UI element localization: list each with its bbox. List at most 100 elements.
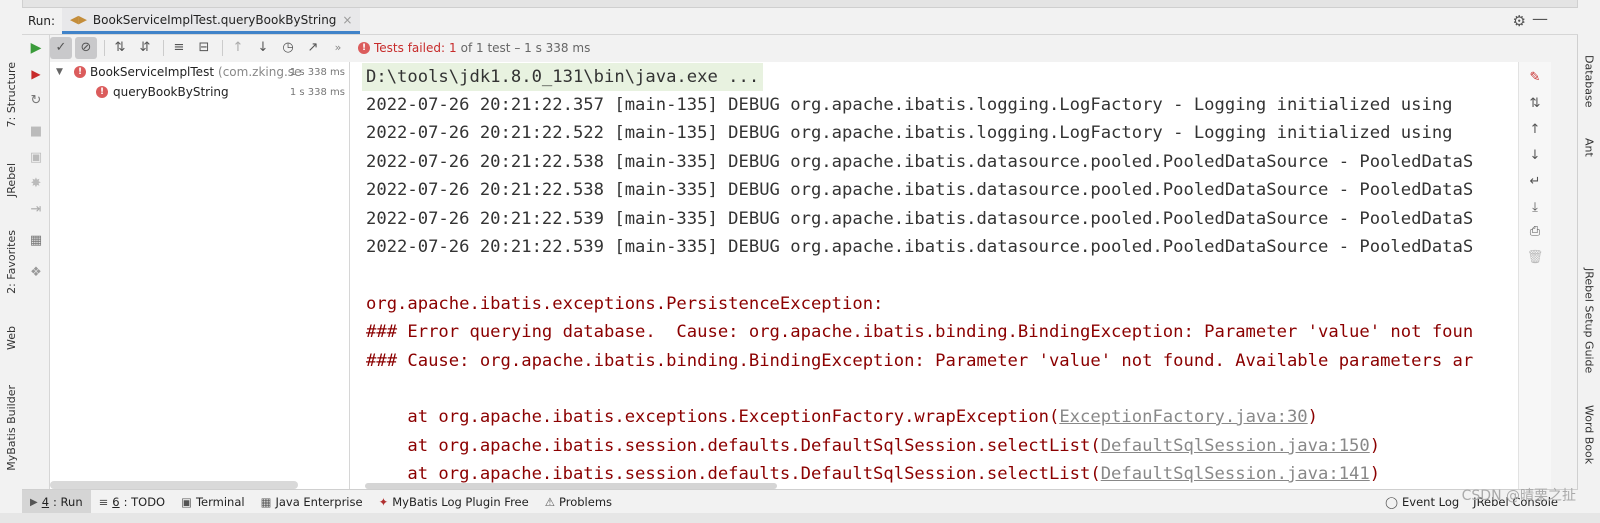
test-config-icon: ◀▶: [70, 13, 87, 26]
stack-frame-text: at org.apache.ibatis.session.defaults.De…: [366, 436, 1101, 456]
console-error-line: ### Cause: org.apache.ibatis.binding.Bin…: [366, 351, 1474, 371]
more-chevron-icon[interactable]: »: [327, 37, 349, 59]
database-tab-label: Database: [1582, 55, 1596, 108]
history-icon[interactable]: ◷: [277, 37, 299, 59]
show-passed-icon[interactable]: ✓: [50, 36, 72, 59]
problems-tool-tab[interactable]: ⚠ Problems: [537, 490, 620, 514]
run-config-tab[interactable]: ◀▶ BookServiceImplTest.queryBookByString…: [62, 8, 361, 34]
java-enterprise-tab-label: Java Enterprise: [275, 495, 363, 509]
chevron-down-icon[interactable]: ▼: [56, 67, 68, 77]
exit-icon[interactable]: ⇥: [27, 200, 45, 218]
console-command-line: D:\tools\jdk1.8.0_131\bin\java.exe ...: [362, 63, 764, 91]
web-tab[interactable]: Web: [0, 315, 22, 360]
mybatis-builder-tab[interactable]: MyBatis Builder: [0, 375, 22, 480]
next-failed-icon[interactable]: ↓: [252, 37, 274, 59]
console-error-line: ### Error querying database. Cause: org.…: [366, 322, 1474, 342]
mybatis-bird-icon: ✦: [378, 495, 389, 509]
stack-frame-suffix: ): [1369, 436, 1381, 456]
structure-tab-label: 7: Structure: [4, 62, 18, 128]
toolbar-divider: [163, 39, 164, 56]
bottom-tool-bar: ▶ 4: Run ≡ 6: TODO ▣ Terminal ▦ Java Ent…: [22, 489, 1578, 514]
soft-wrap-icon[interactable]: ↵: [1526, 172, 1544, 190]
stack-frame-link[interactable]: DefaultSqlSession.java:150: [1101, 436, 1370, 456]
tree-row-class[interactable]: ▼ ! BookServiceImplTest (com.zking.se 1 …: [50, 62, 349, 82]
show-ignored-icon[interactable]: ⊘: [75, 36, 97, 59]
tests-summary: of 1 test – 1 s 338 ms: [460, 40, 591, 55]
problems-tab-label: Problems: [559, 495, 613, 509]
event-log-icon: ◯: [1385, 495, 1399, 509]
soft-wrap-sort-icon[interactable]: ⇅: [1526, 94, 1544, 112]
trash-icon[interactable]: 🗑: [1526, 248, 1544, 266]
tree-method-name: queryBookByString: [113, 85, 229, 99]
tree-class-duration: 1 s 338 ms: [289, 66, 345, 78]
toolbar-divider: [222, 39, 223, 56]
tree-row-method[interactable]: ! queryBookByString 1 s 338 ms: [50, 82, 349, 102]
jrebel-setup-guide-tab[interactable]: JRebel Setup Guide: [1578, 268, 1600, 373]
favorites-tab-label: 2: Favorites: [4, 230, 18, 294]
database-tab[interactable]: Database: [1578, 55, 1600, 108]
pin-icon[interactable]: ❖: [27, 263, 45, 281]
export-icon[interactable]: ↗: [302, 37, 324, 59]
layout-icon[interactable]: ▦: [27, 231, 45, 249]
warning-icon: ⚠: [544, 495, 556, 509]
console-stack-line: at org.apache.ibatis.session.defaults.De…: [366, 432, 1380, 460]
java-enterprise-tool-tab[interactable]: ▦ Java Enterprise: [253, 490, 371, 514]
sort-duration-icon[interactable]: ⇵: [134, 37, 156, 59]
stack-frame-text: at org.apache.ibatis.exceptions.Exceptio…: [366, 407, 1060, 427]
stack-frame-link[interactable]: ExceptionFactory.java:30: [1059, 407, 1307, 427]
clear-console-icon[interactable]: ✎: [1526, 68, 1544, 86]
sort-alpha-icon[interactable]: ⇅: [109, 37, 131, 59]
stack-frame-link[interactable]: DefaultSqlSession.java:141: [1101, 464, 1370, 484]
web-tab-label: Web: [4, 325, 18, 350]
gear-icon[interactable]: ⚙: [1513, 12, 1526, 30]
close-tab-icon[interactable]: ×: [342, 13, 352, 27]
minimize-icon[interactable]: —: [1532, 9, 1548, 28]
bottom-edge: [0, 513, 1600, 523]
stack-frame-suffix: ): [1307, 407, 1319, 427]
tests-failed-label: Tests failed:: [374, 40, 445, 55]
event-log-tool-tab[interactable]: ◯ Event Log: [1385, 490, 1459, 514]
tree-horizontal-scrollbar[interactable]: [50, 481, 298, 489]
structure-tab[interactable]: 7: Structure: [0, 55, 22, 135]
test-tree: ▼ ! BookServiceImplTest (com.zking.se 1 …: [50, 62, 350, 489]
error-icon: !: [358, 41, 370, 54]
scroll-down-icon[interactable]: ↓: [1526, 146, 1544, 164]
favorites-tab[interactable]: 2: Favorites: [0, 222, 22, 302]
toggle-auto-test-icon[interactable]: ↻: [27, 91, 45, 109]
console-log-line: 2022-07-26 20:21:22.539 [main-335] DEBUG…: [366, 209, 1474, 229]
collapse-all-icon[interactable]: ⊟: [193, 37, 215, 59]
test-toolbar: ✓ ⊘ ⇅ ⇵ ≡ ⊟ ↑ ↓ ◷ ↗ » ! Tests failed: 1 …: [50, 35, 1550, 60]
todo-tab-number: 6: [112, 495, 120, 509]
scroll-up-icon[interactable]: ↑: [1526, 120, 1544, 138]
camera-icon[interactable]: ▣: [27, 148, 45, 166]
mybatis-log-tool-tab[interactable]: ✦ MyBatis Log Plugin Free: [371, 490, 537, 514]
jrebel-tab[interactable]: JRebel: [0, 150, 22, 210]
stack-frame-text: at org.apache.ibatis.session.defaults.De…: [366, 464, 1101, 484]
top-strip: [22, 0, 1578, 8]
debug-icon[interactable]: ✸: [27, 174, 45, 192]
list-icon: ≡: [98, 495, 109, 509]
todo-tab-label: : TODO: [123, 495, 166, 509]
rerun-failed-icon[interactable]: ▶: [27, 65, 45, 83]
run-actions-column: ▶ ▶ ↻ ■ ▣ ✸ ⇥ ▦ ❖: [22, 35, 50, 489]
console-toolbar: ✎ ⇅ ↑ ↓ ↵ ⤓ ⎙ 🗑: [1518, 62, 1551, 489]
failed-test-icon: !: [74, 66, 86, 78]
run-tool-tab[interactable]: ▶ 4: Run: [22, 490, 91, 514]
ant-tab[interactable]: Ant: [1578, 138, 1600, 157]
mybatis-log-tab-label: MyBatis Log Plugin Free: [392, 495, 529, 509]
stop-icon[interactable]: ■: [27, 122, 45, 140]
previous-failed-icon[interactable]: ↑: [227, 37, 249, 59]
console-log-line: 2022-07-26 20:21:22.522 [main-135] DEBUG…: [366, 123, 1453, 143]
expand-all-icon[interactable]: ≡: [168, 37, 190, 59]
todo-tool-tab[interactable]: ≡ 6: TODO: [91, 490, 173, 514]
print-icon[interactable]: ⎙: [1526, 222, 1544, 240]
rerun-icon[interactable]: ▶: [27, 39, 45, 57]
terminal-tool-tab[interactable]: ▣ Terminal: [173, 490, 252, 514]
word-book-tab[interactable]: Word Book: [1578, 405, 1600, 464]
console-error-line: org.apache.ibatis.exceptions.Persistence…: [366, 294, 884, 314]
scroll-to-end-icon[interactable]: ⤓: [1526, 198, 1544, 216]
jrebel-setup-guide-tab-label: JRebel Setup Guide: [1582, 268, 1596, 374]
run-header: Run: ◀▶ BookServiceImplTest.queryBookByS…: [22, 8, 1578, 35]
tree-class-name: BookServiceImplTest: [90, 65, 215, 79]
right-tool-strip: Database Ant JRebel Setup Guide Word Boo…: [1577, 0, 1600, 523]
